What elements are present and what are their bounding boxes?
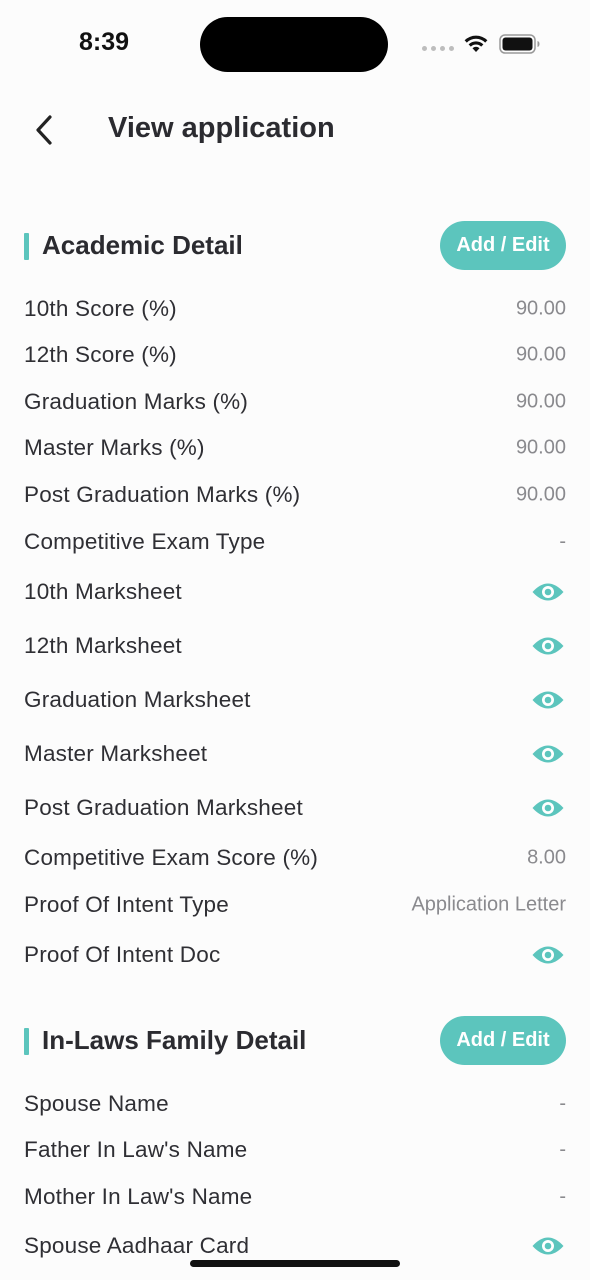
detail-label: Proof Of Intent Type xyxy=(24,892,229,917)
detail-value: - xyxy=(559,1185,566,1208)
detail-row: Spouse Name - xyxy=(24,1086,566,1122)
eye-icon[interactable] xyxy=(530,943,566,967)
scrolled-content-remnant xyxy=(24,170,564,178)
detail-row: Graduation Marks (%) 90.00 xyxy=(24,384,566,420)
detail-value: 90.00 xyxy=(515,390,566,413)
dynamic-island xyxy=(200,17,388,72)
detail-value: 90.00 xyxy=(515,297,566,320)
detail-row: Father In Law's Name - xyxy=(24,1132,566,1168)
eye-icon[interactable] xyxy=(530,634,566,658)
detail-row: 12th Score (%) 90.00 xyxy=(24,337,566,373)
detail-value: 90.00 xyxy=(515,436,566,459)
home-indicator xyxy=(190,1260,400,1267)
eye-icon[interactable] xyxy=(530,742,566,766)
detail-row[interactable]: 12th Marksheet xyxy=(24,628,566,664)
detail-row: Proof Of Intent Type Application Letter xyxy=(24,887,566,923)
screen: 8:39 View application Academic Detail Ad… xyxy=(0,0,590,1280)
detail-value: - xyxy=(559,530,566,553)
detail-label: Post Graduation Marks (%) xyxy=(24,482,301,507)
detail-row[interactable]: Post Graduation Marksheet xyxy=(24,790,566,826)
detail-label: 10th Marksheet xyxy=(24,579,182,604)
detail-row: Mother In Law's Name - xyxy=(24,1179,566,1215)
detail-value: 90.00 xyxy=(515,343,566,366)
detail-row[interactable]: Spouse Aadhaar Card xyxy=(24,1228,566,1264)
back-button[interactable] xyxy=(24,108,64,152)
detail-row: Competitive Exam Type - xyxy=(24,524,566,560)
academic-section-header: Academic Detail Add / Edit xyxy=(24,221,566,271)
detail-label: 12th Score (%) xyxy=(24,342,177,367)
detail-row: Competitive Exam Score (%) 8.00 xyxy=(24,840,566,876)
status-time: 8:39 xyxy=(79,28,130,56)
academic-section-title: Academic Detail xyxy=(42,230,243,260)
section-accent-bar xyxy=(24,1028,29,1055)
detail-row[interactable]: 10th Marksheet xyxy=(24,574,566,610)
academic-add-edit-button[interactable]: Add / Edit xyxy=(440,221,566,270)
detail-row: Master Marks (%) 90.00 xyxy=(24,430,566,466)
eye-icon[interactable] xyxy=(530,1234,566,1258)
eye-icon[interactable] xyxy=(530,688,566,712)
detail-label: Proof Of Intent Doc xyxy=(24,942,221,967)
detail-label: Post Graduation Marksheet xyxy=(24,795,303,820)
detail-value: - xyxy=(559,1138,566,1161)
detail-row[interactable]: Graduation Marksheet xyxy=(24,682,566,718)
detail-row: Post Graduation Marks (%) 90.00 xyxy=(24,477,566,513)
in-laws-section-title: In-Laws Family Detail xyxy=(42,1025,307,1055)
detail-value: - xyxy=(559,1092,566,1115)
detail-label: Father In Law's Name xyxy=(24,1137,248,1162)
chevron-left-icon xyxy=(36,115,52,145)
detail-label: Mother In Law's Name xyxy=(24,1184,253,1209)
detail-label: Spouse Aadhaar Card xyxy=(24,1233,250,1258)
detail-label: 12th Marksheet xyxy=(24,633,182,658)
detail-label: Graduation Marksheet xyxy=(24,687,251,712)
signal-dots-icon xyxy=(422,46,454,51)
page-title: View application xyxy=(108,112,335,144)
detail-value: 90.00 xyxy=(515,483,566,506)
detail-row[interactable]: Master Marksheet xyxy=(24,736,566,772)
detail-label: 10th Score (%) xyxy=(24,296,177,321)
in-laws-section-header: In-Laws Family Detail Add / Edit xyxy=(24,1016,566,1066)
detail-value: Application Letter xyxy=(411,893,566,916)
detail-label: Graduation Marks (%) xyxy=(24,389,249,414)
detail-value: 8.00 xyxy=(527,846,566,869)
wifi-icon xyxy=(464,35,488,52)
detail-label: Competitive Exam Type xyxy=(24,529,266,554)
detail-label: Competitive Exam Score (%) xyxy=(24,845,319,870)
eye-icon[interactable] xyxy=(530,796,566,820)
section-accent-bar xyxy=(24,233,29,260)
detail-label: Master Marksheet xyxy=(24,741,208,766)
detail-label: Master Marks (%) xyxy=(24,435,205,460)
detail-row: 10th Score (%) 90.00 xyxy=(24,291,566,327)
battery-icon xyxy=(499,34,540,54)
detail-label: Spouse Name xyxy=(24,1091,169,1116)
in-laws-add-edit-button[interactable]: Add / Edit xyxy=(440,1016,566,1065)
eye-icon[interactable] xyxy=(530,580,566,604)
detail-row[interactable]: Proof Of Intent Doc xyxy=(24,937,566,973)
